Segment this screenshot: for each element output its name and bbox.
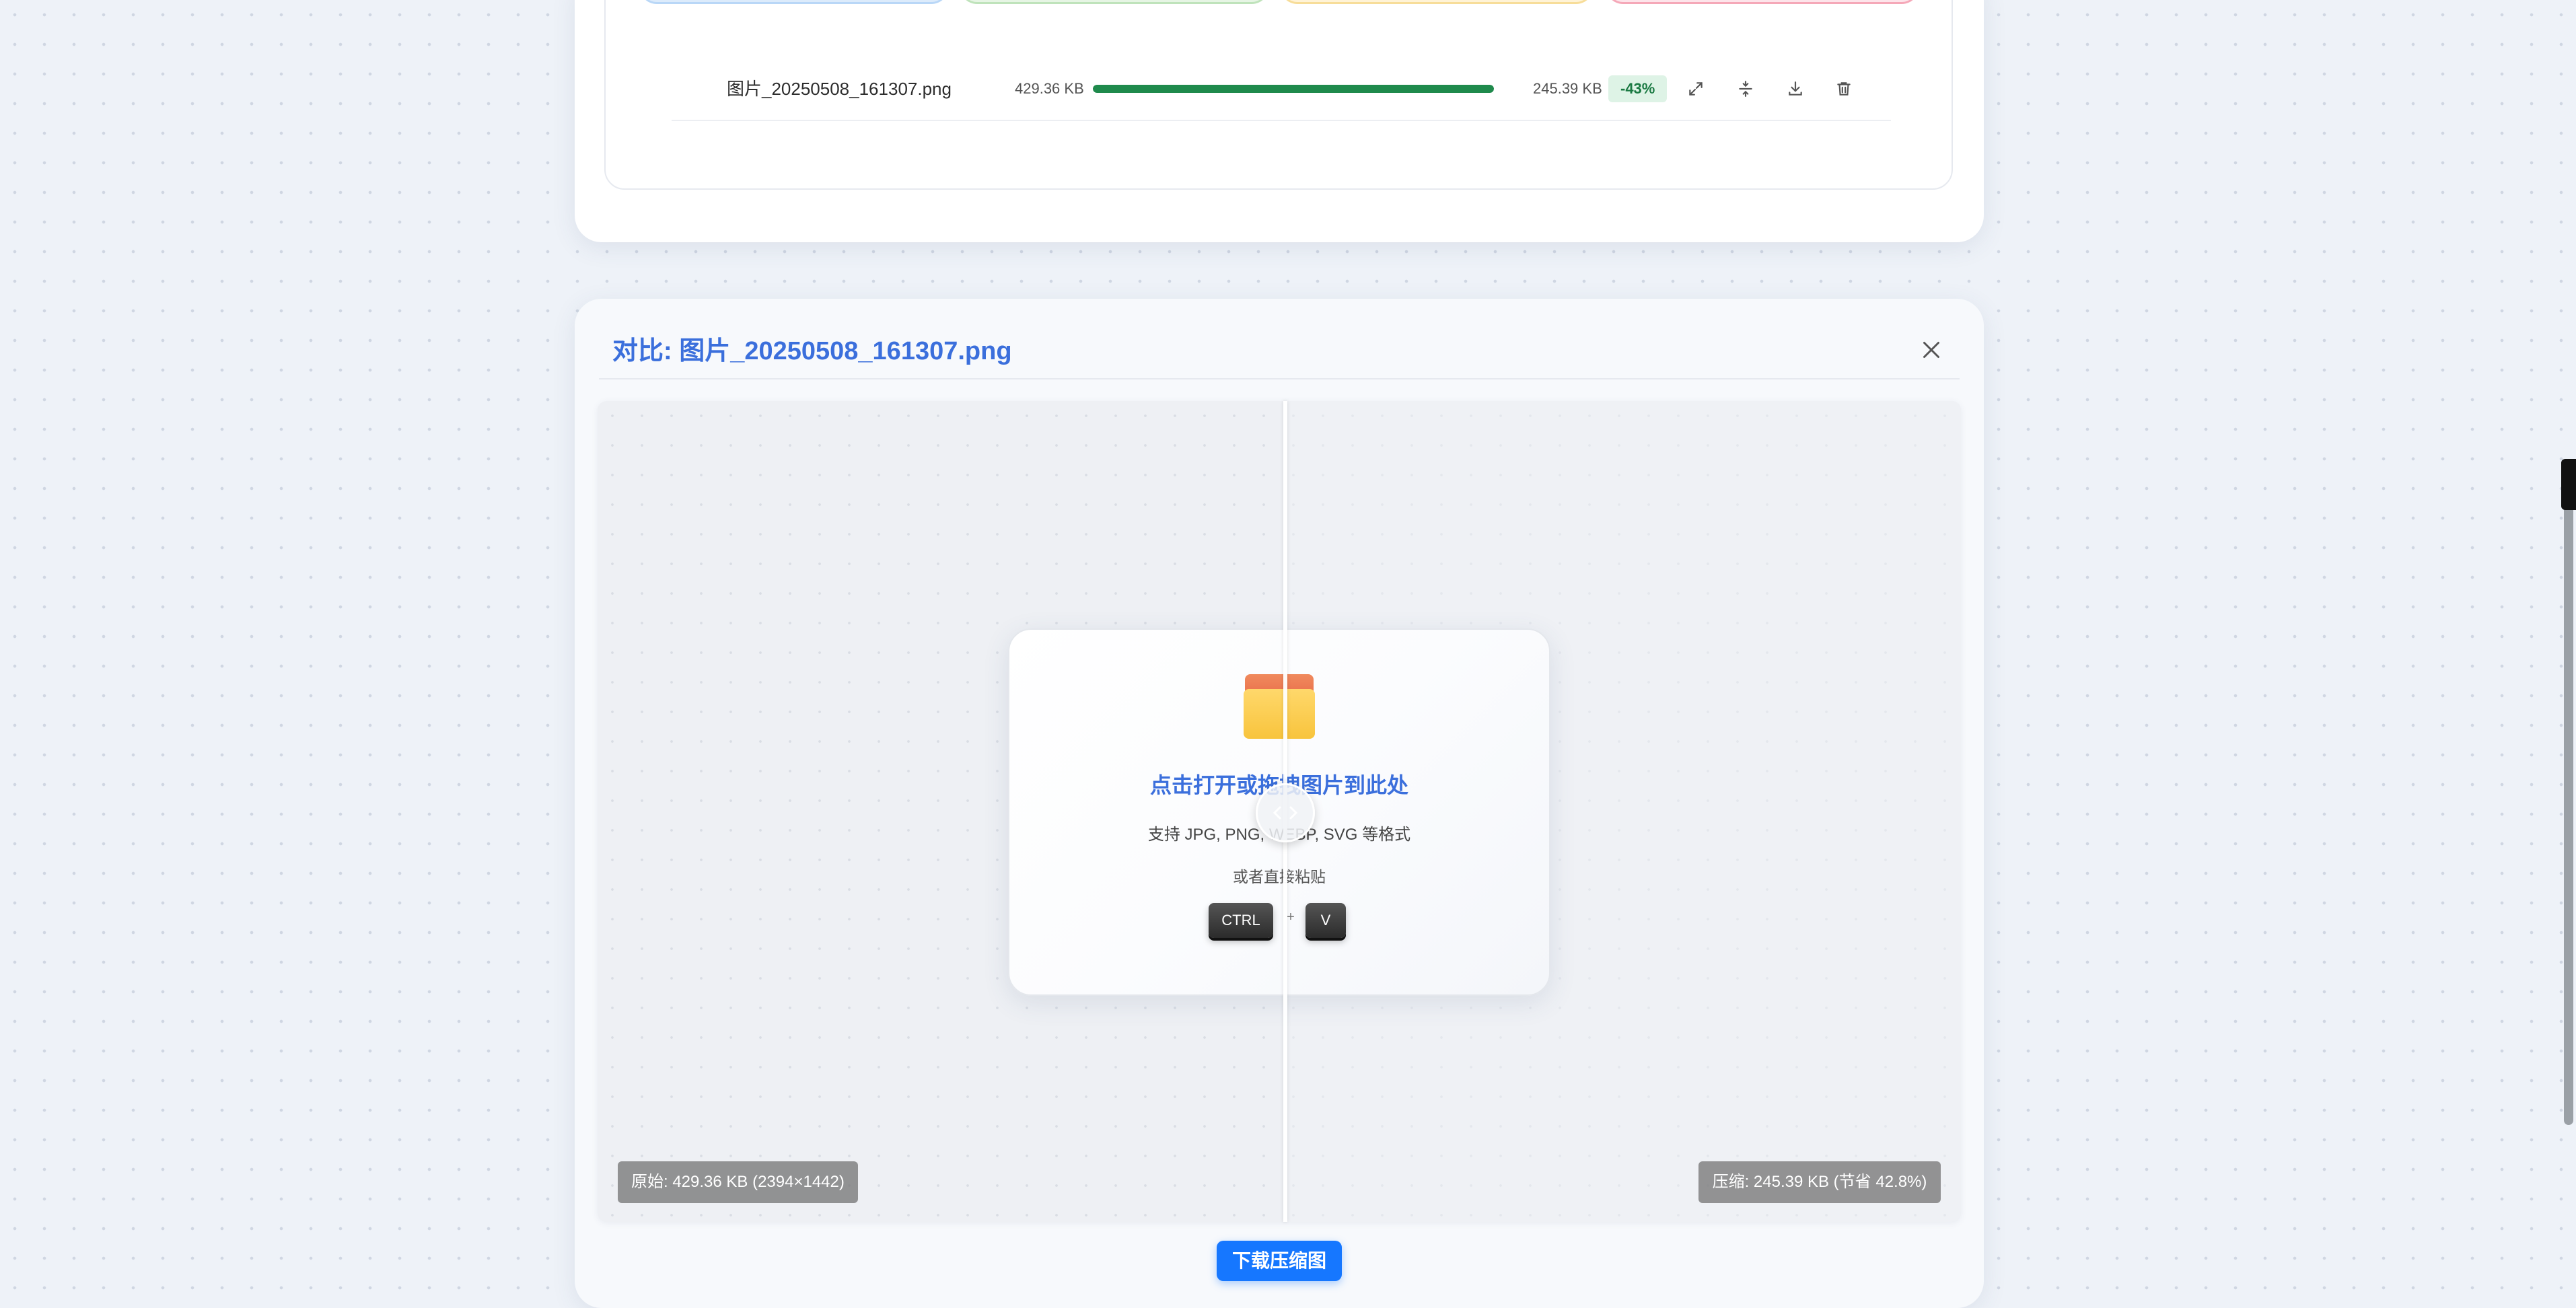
expand-icon[interactable] <box>1682 75 1709 102</box>
title-divider <box>599 378 1960 379</box>
compression-progress-fill <box>1093 85 1494 93</box>
format-chip-green[interactable] <box>960 0 1269 4</box>
compressed-size: 245.39 KB <box>1533 80 1602 97</box>
compress-icon[interactable] <box>1732 75 1759 102</box>
compression-progress-bar <box>1093 85 1494 93</box>
folder-icon <box>1244 674 1315 739</box>
close-button[interactable] <box>1912 331 1950 369</box>
paste-hint: 或者直接粘贴 <box>1233 868 1326 885</box>
download-icon[interactable] <box>1782 75 1809 102</box>
ctrl-key: CTRL <box>1209 903 1273 938</box>
download-compressed-button[interactable]: 下载压缩图 <box>1217 1241 1342 1281</box>
v-key: V <box>1305 903 1346 938</box>
comparison-title: 对比: 图片_20250508_161307.png <box>612 337 1012 365</box>
divider-handle[interactable] <box>1256 783 1315 842</box>
close-icon <box>1923 342 1939 358</box>
original-size-label: 原始: 429.36 KB (2394×1442) <box>618 1161 858 1203</box>
savings-badge: -43% <box>1608 75 1668 102</box>
scroll-indicator <box>2561 459 2576 510</box>
format-chip-pink[interactable] <box>1606 0 1919 4</box>
compressed-size-label: 压缩: 245.39 KB (节省 42.8%) <box>1698 1161 1941 1203</box>
scrollbar-thumb[interactable] <box>2564 460 2573 1125</box>
file-name: 图片_20250508_161307.png <box>727 79 952 99</box>
trash-icon[interactable] <box>1830 75 1857 102</box>
format-chip-blue[interactable] <box>639 0 949 4</box>
drag-arrows-icon <box>1273 806 1298 820</box>
file-row: 图片_20250508_161307.png 429.36 KB 245.39 … <box>672 57 1891 121</box>
original-size: 429.36 KB <box>1015 80 1084 97</box>
format-chip-yellow[interactable] <box>1280 0 1594 4</box>
